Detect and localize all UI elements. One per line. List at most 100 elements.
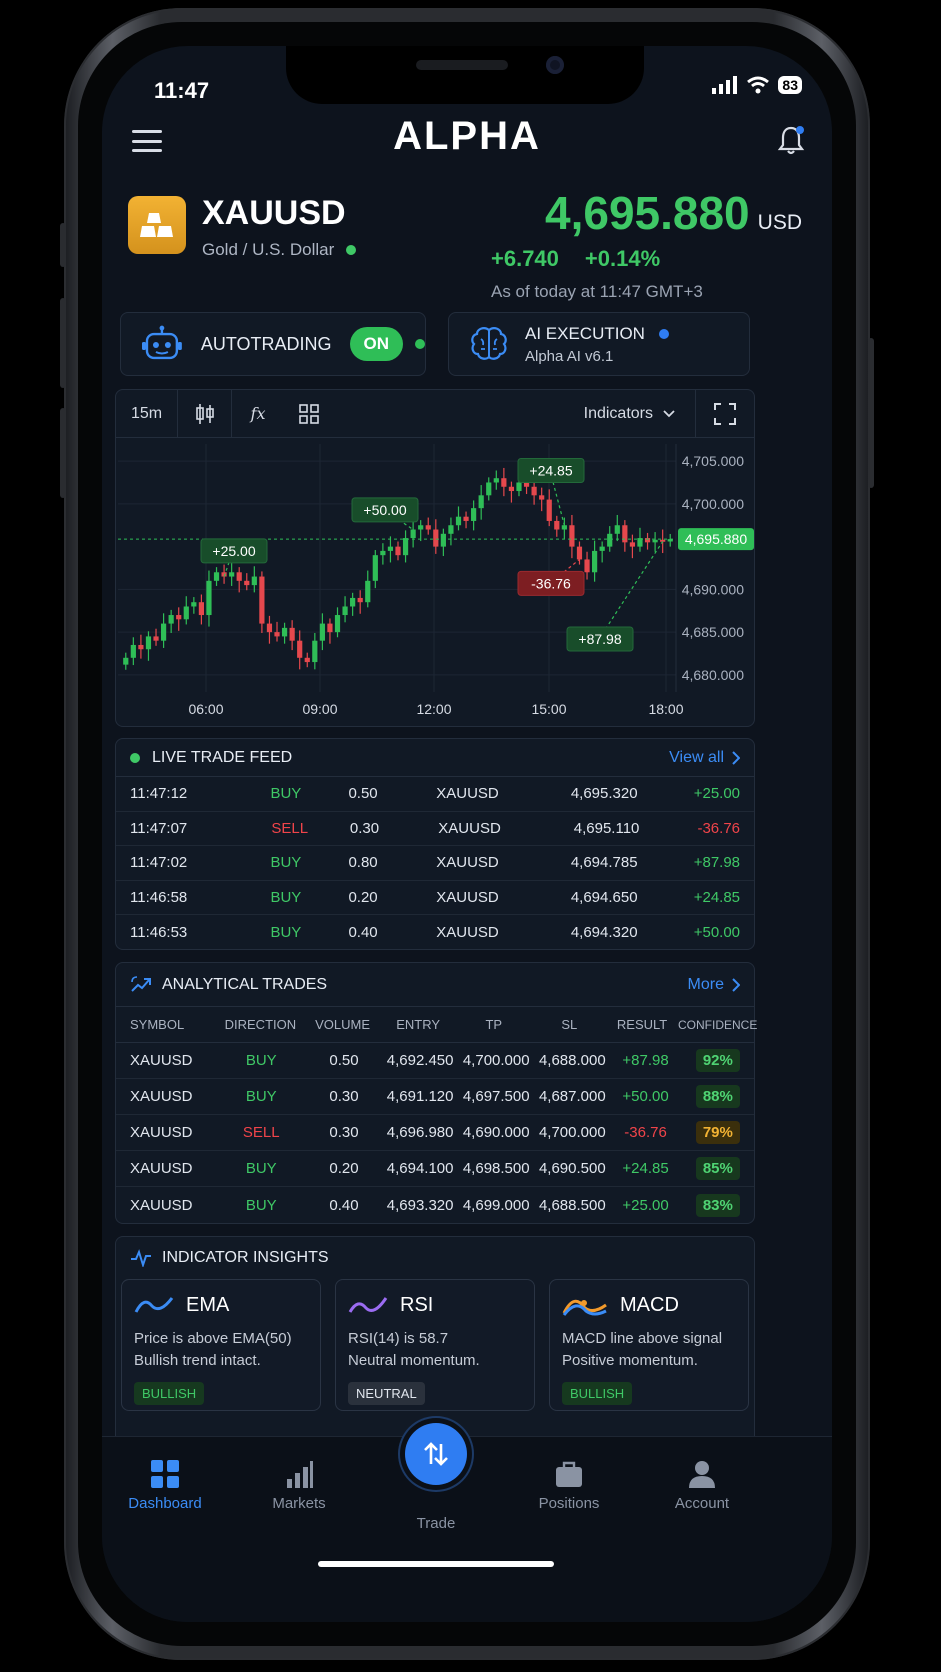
candle-body [176,615,182,620]
candle-body [297,640,303,658]
table-row[interactable]: XAUUSD BUY 0.50 4,692.450 4,700.000 4,688.000… [116,1043,754,1079]
feed-volume: 0.30 [349,819,380,837]
analytical-trades: ANALYTICAL TRADES More SYMBOL DIRECTION VO… [115,962,758,1224]
candle-body [508,486,515,492]
candle-body [153,636,159,641]
cell-sl: 4,688.000 [538,1052,606,1069]
cell-symbol: XAUUSD [130,1088,193,1105]
price-timestamp: As of today at 11:47 GMT+3 [491,282,703,301]
candle-type-icon[interactable] [178,389,232,438]
change-percent: +0.14% [584,246,661,271]
feed-side: SELL [271,819,309,837]
feed-row[interactable]: 11:47:07 SELL 0.30 XAUUSD 4,695.110 -36.76 [116,812,754,846]
candle-body [455,516,462,526]
view-all-link[interactable]: View all [669,749,740,767]
notification-bell-icon[interactable] [776,124,806,156]
asset-symbol: XAUUSD [202,194,346,232]
tab-markets[interactable]: Markets [244,1459,354,1512]
candle-body [652,539,658,543]
tab-account[interactable]: Account [647,1459,757,1512]
indicator-insights: INDICATOR INSIGHTS EMA Price is above EM… [115,1236,755,1436]
macd-line-1: MACD line above signal [562,1330,723,1347]
tab-trade[interactable]: Trade [381,1515,491,1532]
candle-body [213,572,220,581]
candle-body [387,546,394,551]
rsi-line-2: Neutral momentum. [348,1352,480,1369]
candle-body [342,606,348,616]
tab-positions[interactable]: Positions [514,1459,624,1512]
rsi-insight-card[interactable]: RSI RSI(14) is 58.7 Neutral momentum. NEU… [335,1279,535,1411]
column-header: CONFIDENCE [678,1017,758,1032]
autotrading-card: AUTOTRADING ON [120,312,426,376]
candlestick-chart[interactable]: 4,705.000 4,700.000 4,690.000 4,685.000 4,68… [116,438,754,726]
column-header: SL [561,1017,578,1032]
x-tick-label: 12:00 [416,701,451,717]
feed-symbol: XAUUSD [436,923,499,941]
candle-body [236,572,242,581]
autotrading-status-dot [415,339,425,349]
fullscreen-icon[interactable] [696,390,754,438]
live-trade-feed: LIVE TRADE FEED View all 11:47:12 BUY 0.50… [115,738,755,950]
battery-indicator: 83 [778,76,802,94]
signal-icon [712,76,738,94]
feed-row[interactable]: 11:47:12 BUY 0.50 XAUUSD 4,695.320 +25.00 [116,777,754,812]
annotation-label: +25.00 [212,543,255,559]
candle-body [123,657,129,665]
more-link[interactable]: More [688,976,740,994]
annotation-connector [598,541,664,640]
macd-insight-card[interactable]: MACD MACD line above signal Positive mome… [549,1279,749,1411]
cell-direction: BUY [245,1160,277,1177]
feed-row[interactable]: 11:47:02 BUY 0.80 XAUUSD 4,694.785 +87.98 [116,846,754,881]
analytical-table-header: SYMBOL DIRECTION VOLUME ENTRY TP SL RESULT CONF… [116,1007,758,1043]
indicators-label: Indicators [583,404,653,422]
autotrading-toggle[interactable]: ON [349,327,404,361]
feed-time: 11:47:12 [130,785,188,803]
cell-confidence: 79% [682,1121,754,1144]
candle-body [478,495,484,509]
ai-execution-text: AI EXECUTION Alpha AI v6.1 [525,324,669,365]
status-icons: 83 [712,76,802,94]
price-currency: USD [757,211,802,234]
function-icon[interactable]: fx [232,390,284,438]
cell-confidence: 85% [682,1157,754,1180]
ai-execution-card[interactable]: AI EXECUTION Alpha AI v6.1 [448,312,750,376]
feed-row[interactable]: 11:46:58 BUY 0.20 XAUUSD 4,694.650 +24.85 [116,881,754,915]
candle-body [289,627,295,641]
candle-body [501,478,507,487]
table-row[interactable]: XAUUSD BUY 0.20 4,694.100 4,698.500 4,690.500… [116,1151,754,1187]
cell-result: +25.00 [622,1196,669,1214]
table-row[interactable]: XAUUSD BUY 0.40 4,693.320 4,699.000 4,688.500… [116,1187,754,1223]
cell-volume: 0.50 [329,1052,359,1069]
cell-sl: 4,688.500 [538,1196,606,1214]
layout-grid-icon[interactable] [284,390,334,438]
indicators-dropdown[interactable]: Indicators [583,389,696,438]
cell-tp: 4,699.000 [462,1196,530,1214]
table-row[interactable]: XAUUSD SELL 0.30 4,696.980 4,690.000 4,700.00… [116,1115,754,1151]
candle-body [319,623,325,641]
feed-row[interactable]: 11:46:53 BUY 0.40 XAUUSD 4,694.320 +50.00 [116,915,754,950]
feed-time: 11:47:07 [130,819,188,837]
rsi-description: RSI(14) is 58.7 Neutral momentum. [348,1328,522,1372]
feed-symbol: XAUUSD [436,888,499,906]
column-header: TP [485,1017,503,1032]
cell-tp: 4,698.500 [462,1160,530,1177]
ema-insight-card[interactable]: EMA Price is above EMA(50) Bullish trend … [121,1279,321,1411]
candle-body [304,657,310,663]
briefcase-icon [556,1461,582,1487]
cell-entry: 4,692.450 [386,1052,454,1069]
candle-body [660,539,666,542]
table-row[interactable]: XAUUSD BUY 0.30 4,691.120 4,697.500 4,687.000… [116,1079,754,1115]
candle-body [410,529,416,539]
candle-body [592,550,598,573]
feed-symbol: XAUUSD [436,785,499,803]
candle-body [576,546,583,560]
cell-direction: SELL [242,1124,280,1141]
rsi-wave-icon [348,1297,388,1313]
status-time: 11:47 [154,78,210,103]
candle-body [614,525,620,534]
tab-dashboard[interactable]: Dashboard [110,1459,220,1512]
timeframe-selector[interactable]: 15m [116,389,178,438]
annotation-label: +24.85 [529,463,572,479]
cell-sl: 4,690.500 [538,1160,606,1177]
trade-button[interactable] [405,1423,467,1485]
